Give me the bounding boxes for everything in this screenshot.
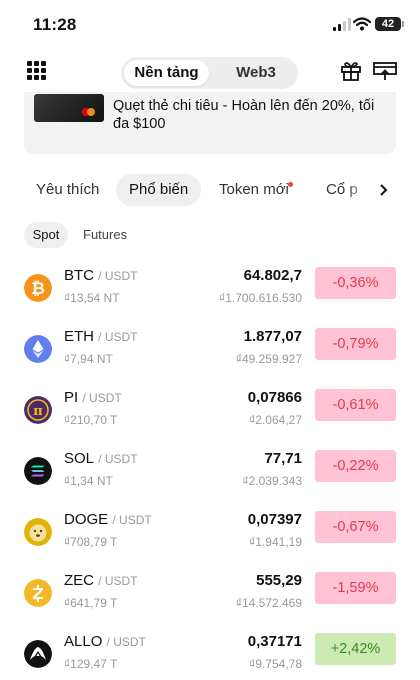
coin-price: 77,71: [264, 450, 302, 467]
battery-indicator: 42: [375, 17, 404, 31]
coin-quote: / USDT: [98, 452, 138, 466]
deposit-screen-icon[interactable]: [373, 60, 397, 82]
coin-price-vnd: ₫2.039.343: [242, 474, 302, 488]
coin-symbol: ETH: [64, 328, 94, 345]
coin-price: 0,07397: [247, 511, 302, 528]
tab-popular[interactable]: Phổ biến: [116, 174, 202, 206]
status-bar: 11:28 42: [0, 0, 420, 50]
coin-volume: ₫210,70 T: [64, 413, 118, 427]
svg-text:π: π: [33, 404, 43, 419]
tab-spot[interactable]: Spot: [24, 222, 68, 248]
cellular-signal-icon: [333, 18, 351, 31]
change-badge[interactable]: -1,59%: [315, 572, 396, 604]
svg-text:₿: ₿: [31, 279, 45, 299]
market-row-btc[interactable]: ₿ BTC / USDT ₫13,54 NT 64.802,7 ₫1.700.6…: [0, 261, 420, 322]
coin-price-vnd: ₫9.754,78: [249, 657, 302, 671]
coin-symbol: BTC: [64, 267, 94, 284]
zcash-icon: [24, 579, 52, 607]
bitcoin-icon: ₿: [24, 274, 52, 302]
new-token-dot-badge: [288, 182, 293, 187]
coin-price-vnd: ₫14.572.469: [235, 596, 302, 610]
coin-quote: / USDT: [106, 635, 146, 649]
dogecoin-icon: [24, 518, 52, 546]
wifi-icon: [353, 17, 371, 31]
coin-price: 0,37171: [247, 633, 302, 650]
tab-favorites[interactable]: Yêu thích: [36, 174, 99, 206]
coin-symbol: ALLO: [64, 633, 103, 650]
tabs-fade-overlay: [345, 174, 375, 206]
change-badge[interactable]: -0,67%: [315, 511, 396, 543]
coin-symbol: ZEC: [64, 572, 94, 589]
coin-volume: ₫1,34 NT: [64, 474, 113, 488]
pi-network-icon: π: [24, 396, 52, 424]
change-badge[interactable]: -0,79%: [315, 328, 396, 360]
market-row-allo[interactable]: ALLO / USDT ₫129,47 T 0,37171 ₫9.754,78 …: [0, 627, 420, 680]
coin-symbol: DOGE: [64, 511, 109, 528]
market-row-pi[interactable]: π PI / USDT ₫210,70 T 0,07866 ₫2.064,27 …: [0, 383, 420, 444]
change-badge[interactable]: +2,42%: [315, 633, 396, 665]
coin-price: 1.877,07: [243, 328, 302, 345]
market-row-zec[interactable]: ZEC / USDT ₫641,79 T 555,29 ₫14.572.469 …: [0, 566, 420, 627]
chevron-right-icon[interactable]: [378, 184, 388, 196]
coin-price-vnd: ₫1.700.616.530: [219, 291, 302, 305]
change-badge[interactable]: -0,22%: [315, 450, 396, 482]
mastercard-card-image: [34, 94, 104, 122]
gift-icon[interactable]: [340, 60, 362, 82]
change-badge[interactable]: -0,36%: [315, 267, 396, 299]
coin-symbol: PI: [64, 389, 79, 406]
coin-volume: ₫7,94 NT: [64, 352, 113, 366]
tab-new-token[interactable]: Token mới: [219, 174, 289, 206]
coin-volume: ₫13,54 NT: [64, 291, 120, 305]
coin-price-vnd: ₫49.259.927: [235, 352, 302, 366]
menu-grid-icon[interactable]: [27, 61, 47, 81]
allo-icon: [24, 640, 52, 668]
coin-volume: ₫641,79 T: [64, 596, 118, 610]
coin-volume: ₫129,47 T: [64, 657, 118, 671]
market-row-doge[interactable]: DOGE / USDT ₫708,79 T 0,07397 ₫1.941,19 …: [0, 505, 420, 566]
coin-price: 64.802,7: [243, 267, 302, 284]
category-tabs: Yêu thích Phổ biến Token mới Cổ p: [0, 174, 420, 206]
tab-platform[interactable]: Nền tảng: [124, 60, 209, 86]
coin-quote: / USDT: [112, 513, 152, 527]
promo-banner-text: Quẹt thẻ chi tiêu - Hoàn lên đến 20%, tố…: [113, 98, 375, 132]
coin-symbol: SOL: [64, 450, 95, 467]
coin-quote: / USDT: [98, 330, 138, 344]
coin-quote: / USDT: [98, 574, 138, 588]
change-badge[interactable]: -0,61%: [315, 389, 396, 421]
promo-banner[interactable]: Quẹt thẻ chi tiêu - Hoàn lên đến 20%, tố…: [24, 92, 396, 154]
coin-price-vnd: ₫2.064,27: [249, 413, 302, 427]
ethereum-icon: [24, 335, 52, 363]
tab-web3[interactable]: Web3: [217, 60, 295, 86]
coin-price: 555,29: [256, 572, 302, 589]
coin-quote: / USDT: [98, 269, 138, 283]
market-row-eth[interactable]: ETH / USDT ₫7,94 NT 1.877,07 ₫49.259.927…: [0, 322, 420, 383]
status-time: 11:28: [33, 15, 77, 34]
coin-quote: / USDT: [82, 391, 122, 405]
tab-futures[interactable]: Futures: [83, 222, 127, 248]
solana-icon: [24, 457, 52, 485]
market-row-sol[interactable]: SOL / USDT ₫1,34 NT 77,71 ₫2.039.343 -0,…: [0, 444, 420, 505]
coin-price-vnd: ₫1.941,19: [249, 535, 302, 549]
platform-segment-control: Nền tảng Web3: [121, 57, 298, 89]
coin-price: 0,07866: [247, 389, 302, 406]
coin-volume: ₫708,79 T: [64, 535, 118, 549]
